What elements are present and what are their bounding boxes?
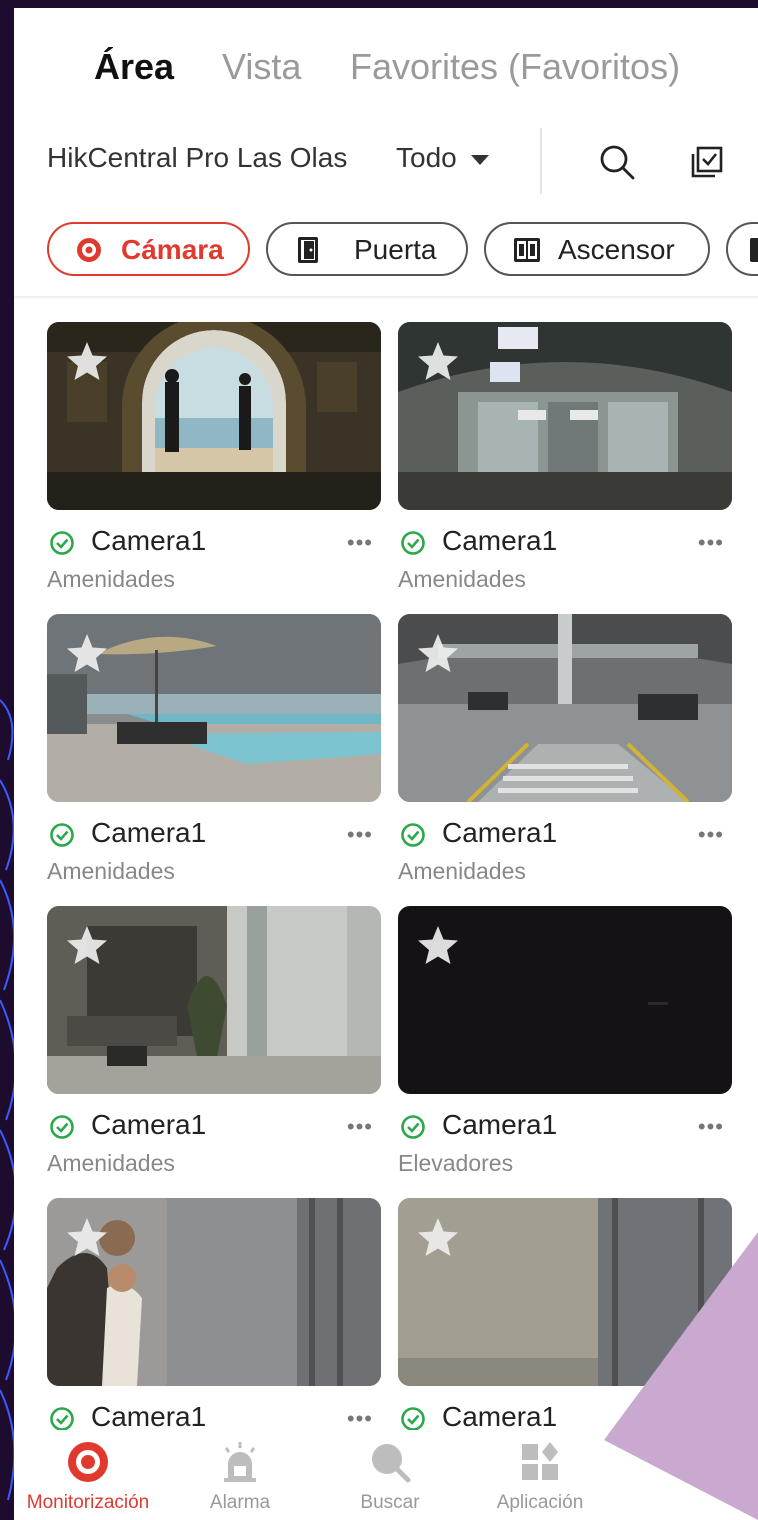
camera-name: Camera1 [91,1109,207,1140]
filter-bar: HikCentral Pro Las Olas Todo [14,120,758,206]
chip-label: Ascensor [558,234,675,265]
favorite-star-icon[interactable] [65,632,109,674]
nav-label: Aplicación [496,1492,584,1513]
tab-area[interactable]: Área [94,46,174,88]
camera-card[interactable]: Camera1 ••• Elevadores [398,906,732,1186]
more-options-icon[interactable]: ••• [698,530,724,556]
online-status-icon [50,823,74,847]
scope-label: Todo [396,142,457,173]
more-options-icon[interactable]: ••• [347,1406,373,1432]
view-tabs: Área Vista Favorites (Favoritos) [14,8,758,118]
camera-area: Amenidades [47,858,175,884]
nav-label: Monitorización [26,1492,150,1513]
camera-name: Camera1 [442,1401,558,1432]
chip-label: Puerta [354,234,437,265]
camera-area: Amenidades [47,566,175,592]
favorite-star-icon[interactable] [65,924,109,966]
more-options-icon[interactable]: ••• [347,822,373,848]
more-options-icon[interactable]: ••• [347,1114,373,1140]
chip-puerta[interactable]: Puerta [266,222,468,276]
camera-card[interactable]: Camera1 ••• Amenidades [398,614,732,894]
camera-name: Camera1 [91,1401,207,1432]
divider [14,296,758,298]
favorite-star-icon[interactable] [65,1216,109,1258]
divider [540,128,542,194]
camera-card[interactable]: Camera1 ••• Amenidades [398,322,732,602]
online-status-icon [401,1115,425,1139]
camera-name: Camera1 [442,817,558,848]
more-options-icon[interactable]: ••• [698,822,724,848]
camera-name: Camera1 [91,817,207,848]
tab-vista[interactable]: Vista [222,46,301,88]
camera-card[interactable]: Camera1 ••• Amenidades [47,322,381,602]
camera-name: Camera1 [442,1109,558,1140]
camera-card[interactable]: Camera1 ••• Amenidades [47,906,381,1186]
tab-favorites[interactable]: Favorites (Favoritos) [350,46,680,88]
chip-more[interactable] [726,222,758,276]
camera-area: Elevadores [398,1150,514,1176]
elevator-icon [514,238,540,262]
online-status-icon [50,531,74,555]
alarm-siren-icon [224,1442,256,1482]
device-icon [750,238,758,262]
camera-name: Camera1 [442,525,558,556]
site-selector[interactable]: HikCentral Pro Las Olas [47,142,347,174]
favorite-star-icon[interactable] [65,340,109,382]
camera-area: Amenidades [47,1150,175,1176]
online-status-icon [401,531,425,555]
door-icon [298,237,318,263]
online-status-icon [401,1407,425,1431]
caret-down-icon [470,154,489,165]
app-screen: Área Vista Favorites (Favoritos) HikCent… [14,8,758,1520]
camera-card[interactable]: Camera1 ••• Amenidades [47,614,381,894]
online-status-icon [50,1115,74,1139]
camera-area: Amenidades [398,858,526,884]
apps-grid-icon [522,1442,558,1480]
favorite-star-icon[interactable] [416,340,460,382]
bottom-navigation: Monitorización Alarma Buscar Aplicación [14,1430,758,1520]
favorite-star-icon[interactable] [416,632,460,674]
search-icon[interactable] [597,142,637,182]
camera-area: Amenidades [398,566,526,592]
online-status-icon [50,1407,74,1431]
monitor-target-icon [68,1442,108,1482]
chip-camara[interactable]: Cámara [47,222,250,276]
online-status-icon [401,823,425,847]
camera-target-icon [77,238,101,262]
more-options-icon[interactable]: ••• [698,1114,724,1140]
chip-label: Cámara [121,234,224,265]
favorite-star-icon[interactable] [416,924,460,966]
device-type-chips: Cámara Puerta Ascensor [14,220,758,288]
scope-dropdown[interactable]: Todo [396,142,489,174]
camera-card[interactable]: Camera1 [398,1198,732,1432]
select-all-icon[interactable] [689,144,725,180]
chip-ascensor[interactable]: Ascensor [484,222,710,276]
more-options-icon[interactable]: ••• [347,530,373,556]
nav-label: Alarma [209,1492,271,1513]
favorite-star-icon[interactable] [416,1216,460,1258]
camera-name: Camera1 [91,525,207,556]
camera-card[interactable]: Camera1 ••• [47,1198,381,1432]
nav-label: Buscar [360,1492,420,1513]
search-icon [372,1444,411,1483]
